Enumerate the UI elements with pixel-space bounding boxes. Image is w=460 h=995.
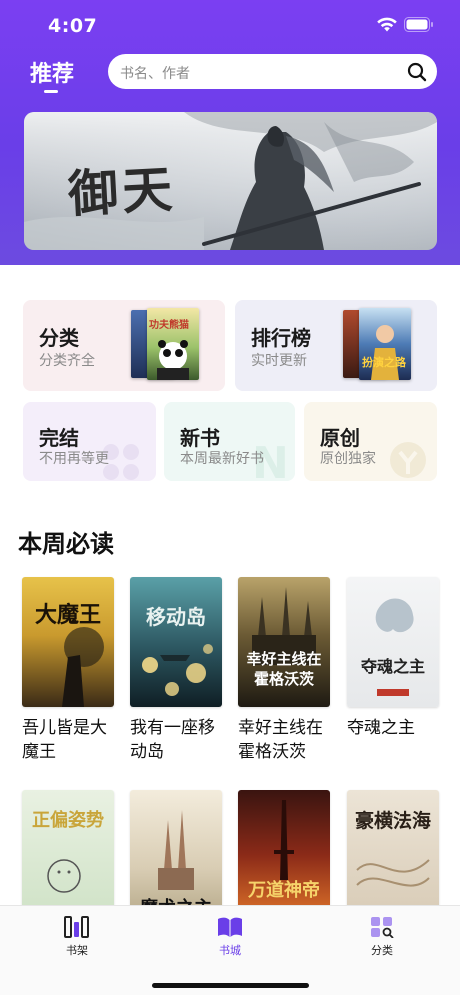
book-title: 我有一座移动岛 — [130, 718, 215, 762]
status-bar: 4:07 — [0, 0, 460, 52]
cover-text: 幸好主线在霍格沃茨 — [246, 650, 322, 688]
page-title[interactable]: 推荐 — [30, 56, 74, 88]
category-title: 新书 — [180, 426, 220, 450]
book-item[interactable]: 豪横法海 — [347, 790, 439, 920]
book-title: 夺魂之主 — [347, 718, 415, 738]
original-watermark-icon — [388, 440, 428, 480]
category-card-yuanchuang[interactable]: 原创 原创独家 — [304, 402, 437, 481]
book-cover[interactable]: 幸好主线在霍格沃茨 — [238, 577, 330, 707]
category-subtitle: 本周最新好书 — [180, 451, 264, 467]
book-item[interactable]: 万道神帝 — [238, 790, 330, 920]
category-title: 原创 — [320, 426, 360, 450]
category-title: 完结 — [39, 426, 79, 450]
header-background: 4:07 推荐 书名、作者 御天 — [0, 0, 460, 265]
category-grid-icon — [371, 917, 394, 938]
category-cover-text: 功夫熊猫 — [149, 320, 189, 331]
tab-bookshelf[interactable]: 书架 — [42, 916, 112, 958]
cover-text: 豪横法海 — [354, 810, 431, 832]
book-item[interactable]: 大魔王 吾儿皆是大魔王 — [22, 577, 114, 764]
search-icon[interactable] — [407, 62, 427, 82]
search-bar[interactable]: 书名、作者 — [108, 54, 437, 89]
category-card-paihang[interactable]: 排行榜 实时更新 扮演之路 — [235, 300, 437, 391]
category-cover-front: 功夫熊猫 — [147, 308, 199, 380]
cover-text: 万道神帝 — [248, 880, 320, 901]
wifi-icon — [377, 17, 397, 32]
book-cover[interactable]: 豪横法海 — [347, 790, 439, 920]
book-open-icon — [218, 917, 242, 937]
book-item[interactable]: 正偏姿势 — [22, 790, 114, 920]
category-title: 排行榜 — [251, 326, 311, 350]
search-input[interactable]: 书名、作者 — [120, 63, 190, 83]
cover-art — [47, 859, 81, 893]
tab-label: 书城 — [219, 944, 241, 957]
cover-art — [142, 644, 213, 696]
cover-text: 大魔王 — [34, 602, 101, 628]
title-underline — [44, 90, 58, 93]
home-indicator[interactable] — [152, 983, 309, 988]
category-card-wanjie[interactable]: 完结 不用再等更 — [23, 402, 156, 481]
section-title: 本周必读 — [18, 530, 114, 558]
book-item[interactable]: 幸好主线在霍格沃茨 幸好主线在霍格沃茨 — [238, 577, 330, 764]
tab-label: 书架 — [66, 944, 88, 957]
book-title: 幸好主线在霍格沃茨 — [238, 718, 323, 762]
book-cover[interactable]: 正偏姿势 — [22, 790, 114, 920]
book-cover[interactable]: 魔术之主 — [130, 790, 222, 920]
book-item[interactable]: 夺魂之主 夺魂之主 — [347, 577, 439, 740]
tab-bookstore[interactable]: 书城 — [195, 916, 265, 958]
category-card-fenlei[interactable]: 分类 分类齐全 功夫熊猫 — [23, 300, 225, 391]
book-cover[interactable]: 大魔王 — [22, 577, 114, 707]
category-title: 分类 — [39, 326, 79, 350]
featured-banner[interactable]: 御天 — [24, 112, 437, 250]
book-item[interactable]: 移动岛 我有一座移动岛 — [130, 577, 222, 764]
book-title: 吾儿皆是大魔王 — [22, 718, 107, 762]
tab-category[interactable]: 分类 — [347, 916, 417, 958]
battery-icon — [404, 17, 433, 32]
category-card-xinshu[interactable]: N 新书 本周最新好书 — [164, 402, 295, 481]
category-cover-front: 扮演之路 — [359, 308, 411, 380]
book-cover[interactable]: 移动岛 — [130, 577, 222, 707]
category-subtitle: 不用再等更 — [39, 451, 109, 467]
cover-text: 夺魂之主 — [360, 657, 425, 676]
book-cover[interactable]: 夺魂之主 — [347, 577, 439, 707]
tab-bar: 书架 书城 分类 — [0, 905, 460, 995]
book-cover[interactable]: 万道神帝 — [238, 790, 330, 920]
status-time: 4:07 — [48, 15, 98, 37]
bookshelf-icon — [64, 916, 89, 938]
category-cover-text: 扮演之路 — [362, 356, 406, 369]
category-subtitle: 分类齐全 — [39, 353, 95, 369]
tab-label: 分类 — [371, 944, 393, 957]
category-subtitle: 原创独家 — [320, 451, 376, 467]
book-item[interactable]: 魔术之主 — [130, 790, 222, 920]
banner-title: 御天 — [66, 159, 178, 224]
cover-text: 移动岛 — [146, 605, 206, 629]
cover-art — [375, 598, 414, 696]
category-subtitle: 实时更新 — [251, 353, 307, 369]
